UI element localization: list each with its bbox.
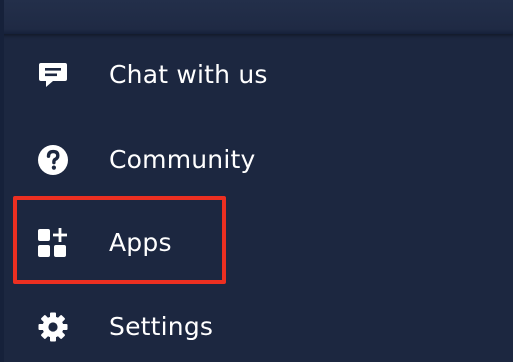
- menu-item-settings[interactable]: Settings: [0, 292, 513, 362]
- menu-item-community[interactable]: Community: [0, 125, 513, 195]
- help-circle-icon: [36, 143, 70, 177]
- menu-item-label: Community: [109, 144, 256, 174]
- menu-top-bar: [0, 0, 513, 34]
- apps-add-icon: [36, 226, 70, 260]
- menu-item-apps[interactable]: Apps: [0, 208, 513, 278]
- gear-icon: [36, 310, 70, 344]
- menu-item-label: Apps: [109, 227, 172, 257]
- sidebar-menu-panel: Chat with us Community Apps Settings: [0, 0, 513, 362]
- chat-bubble-icon: [36, 58, 70, 92]
- menu-item-label: Chat with us: [109, 59, 268, 89]
- menu-item-label: Settings: [109, 311, 214, 341]
- menu-item-chat-with-us[interactable]: Chat with us: [0, 40, 513, 110]
